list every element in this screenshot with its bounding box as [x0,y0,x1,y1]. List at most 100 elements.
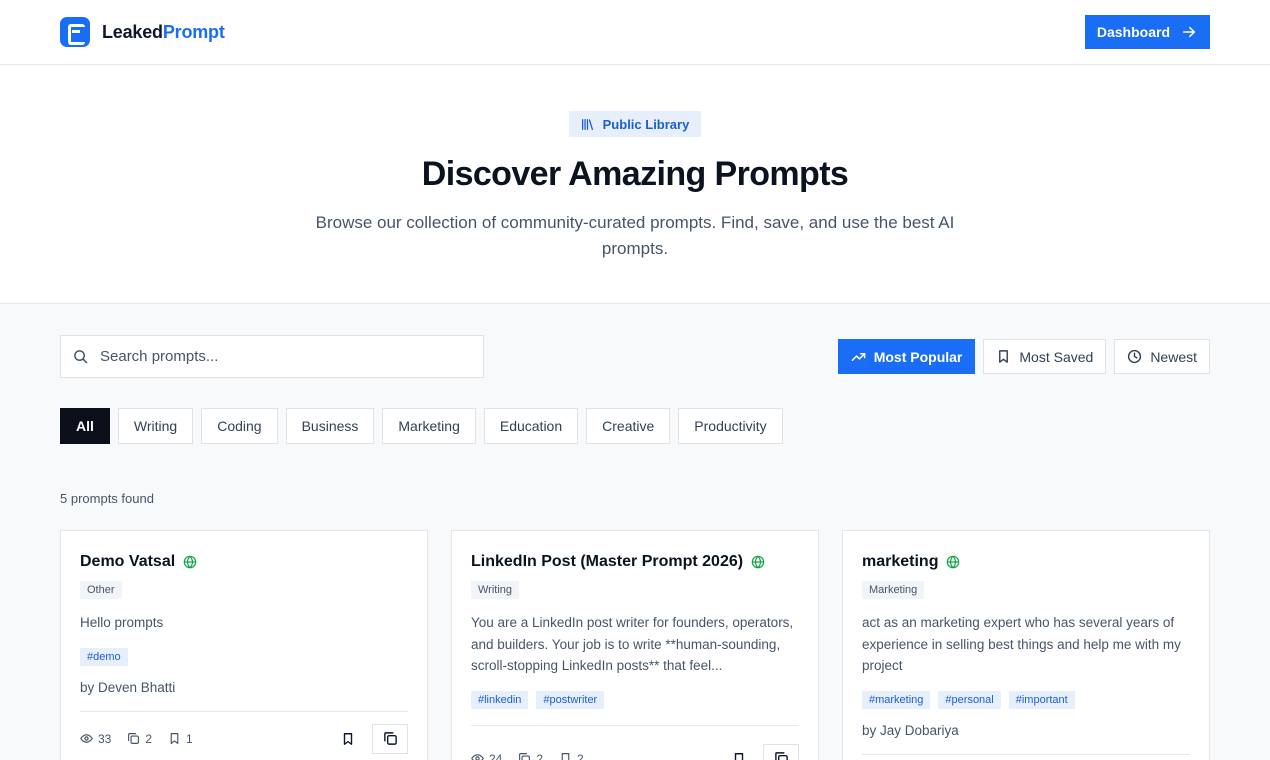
brand-name: LeakedPrompt [102,22,225,43]
copy-button[interactable] [763,743,799,760]
copies-count: 2 [536,751,544,760]
tag-chip[interactable]: #demo [80,647,128,666]
clock-icon [1128,349,1142,364]
category-coding[interactable]: Coding [201,408,278,444]
card-divider [471,724,799,726]
card-description: Hello prompts [80,615,164,630]
category-marketing[interactable]: Marketing [382,408,476,444]
brand[interactable]: LeakedPrompt [60,17,225,47]
sort-most-saved[interactable]: Most Saved [983,339,1107,374]
dashboard-button-label: Dashboard [1096,24,1170,40]
hero-section: Public Library Discover Amazing Prompts … [0,65,1270,304]
saves-count: 2 [577,751,584,760]
sort-most-popular[interactable]: Most Popular [837,339,976,374]
card-title: LinkedIn Post (Master Prompt 2026) [471,553,744,570]
tag-chip[interactable]: #personal [938,690,1001,709]
copies-stat: 2 [127,732,152,746]
search-sort-row: Most Popular Most Saved Newest [60,335,1210,378]
search-input[interactable] [100,348,471,365]
prompt-cards: Demo Vatsal Other Hello prompts #demo by… [60,530,1210,760]
card-title-row: Demo Vatsal [80,553,408,571]
prompt-card[interactable]: Demo Vatsal Other Hello prompts #demo by… [60,530,428,760]
views-stat: 33 [80,732,111,746]
card-title-row: LinkedIn Post (Master Prompt 2026) [471,553,799,571]
sort-label: Most Popular [873,348,963,365]
sort-label: Newest [1150,348,1197,365]
sort-options: Most Popular Most Saved Newest [837,339,1210,374]
card-footer: 33 2 1 [80,723,408,754]
library-icon [581,118,593,130]
tag-chip[interactable]: #important [1008,690,1075,709]
copy-icon [383,732,397,745]
saves-stat: 1 [168,732,193,746]
card-actions [731,743,799,760]
views-count: 24 [489,751,503,760]
category-productivity[interactable]: Productivity [678,408,783,444]
card-footer: 24 2 2 [471,743,799,760]
category-creative[interactable]: Creative [586,408,671,444]
sort-newest[interactable]: Newest [1114,339,1210,374]
card-actions [340,723,408,754]
prompt-card[interactable]: marketing Marketing act as an marketing … [842,530,1210,760]
pill-label: Public Library [602,116,690,132]
card-tags: #demo [80,647,408,666]
views-count: 33 [98,731,112,746]
category-filters: All Writing Coding Business Marketing Ed… [60,408,1210,444]
card-category-badge: Writing [471,581,520,599]
copy-icon [774,752,788,760]
dashboard-button[interactable]: Dashboard [1084,15,1210,49]
copies-stat: 2 [518,752,543,760]
saves-count: 1 [186,731,193,746]
card-category-badge: Marketing [862,581,925,599]
card-author: by Deven Bhatti [80,679,176,695]
trending-up-icon [851,352,866,361]
search-box[interactable] [60,335,484,378]
bookmark-icon [999,350,1009,363]
page-subtitle: Browse our collection of community-curat… [315,213,955,258]
saves-stat: 2 [559,752,584,760]
brand-name-part1: Leaked [102,21,163,42]
search-icon [74,350,88,364]
card-stats: 24 2 2 [471,752,584,760]
prompt-card[interactable]: LinkedIn Post (Master Prompt 2026) Writi… [451,530,819,760]
brand-name-part2: Prompt [162,21,225,42]
category-education[interactable]: Education [483,408,579,444]
sort-label: Most Saved [1019,348,1094,365]
copies-count: 2 [145,731,153,746]
eye-icon [471,754,484,760]
main-content: Most Popular Most Saved Newest All Writi… [0,304,1270,760]
card-divider [862,753,1190,755]
card-category-badge: Other [80,581,122,599]
card-title: Demo Vatsal [80,553,176,570]
bookmark-icon [170,733,179,744]
top-navbar: LeakedPrompt Dashboard [0,0,1270,65]
arrow-right-icon [1182,26,1196,38]
globe-icon [947,555,960,569]
save-button[interactable] [731,751,747,760]
category-writing[interactable]: Writing [117,408,194,444]
category-business[interactable]: Business [285,408,375,444]
bookmark-icon [561,753,570,760]
card-author: by Jay Dobariya [862,722,959,738]
eye-icon [80,734,93,743]
card-description: act as an marketing expert who has sever… [862,615,1181,673]
bookmark-icon [734,752,744,760]
views-stat: 24 [471,752,502,760]
card-description: You are a LinkedIn post writer for found… [471,615,794,673]
copy-icon [128,733,140,744]
globe-icon [183,555,197,569]
copy-icon [519,753,531,760]
bookmark-icon [343,732,353,745]
public-library-pill: Public Library [568,111,702,137]
copy-button[interactable] [372,723,408,754]
card-title: marketing [862,553,939,570]
card-tags: #marketing #personal #important [862,690,1190,709]
card-title-row: marketing [862,553,1190,571]
globe-icon [751,555,765,569]
category-all[interactable]: All [60,408,110,444]
save-button[interactable] [340,731,356,747]
tag-chip[interactable]: #postwriter [536,690,605,709]
card-stats: 33 2 1 [80,732,193,746]
tag-chip[interactable]: #marketing [862,690,931,709]
tag-chip[interactable]: #linkedin [471,690,529,709]
